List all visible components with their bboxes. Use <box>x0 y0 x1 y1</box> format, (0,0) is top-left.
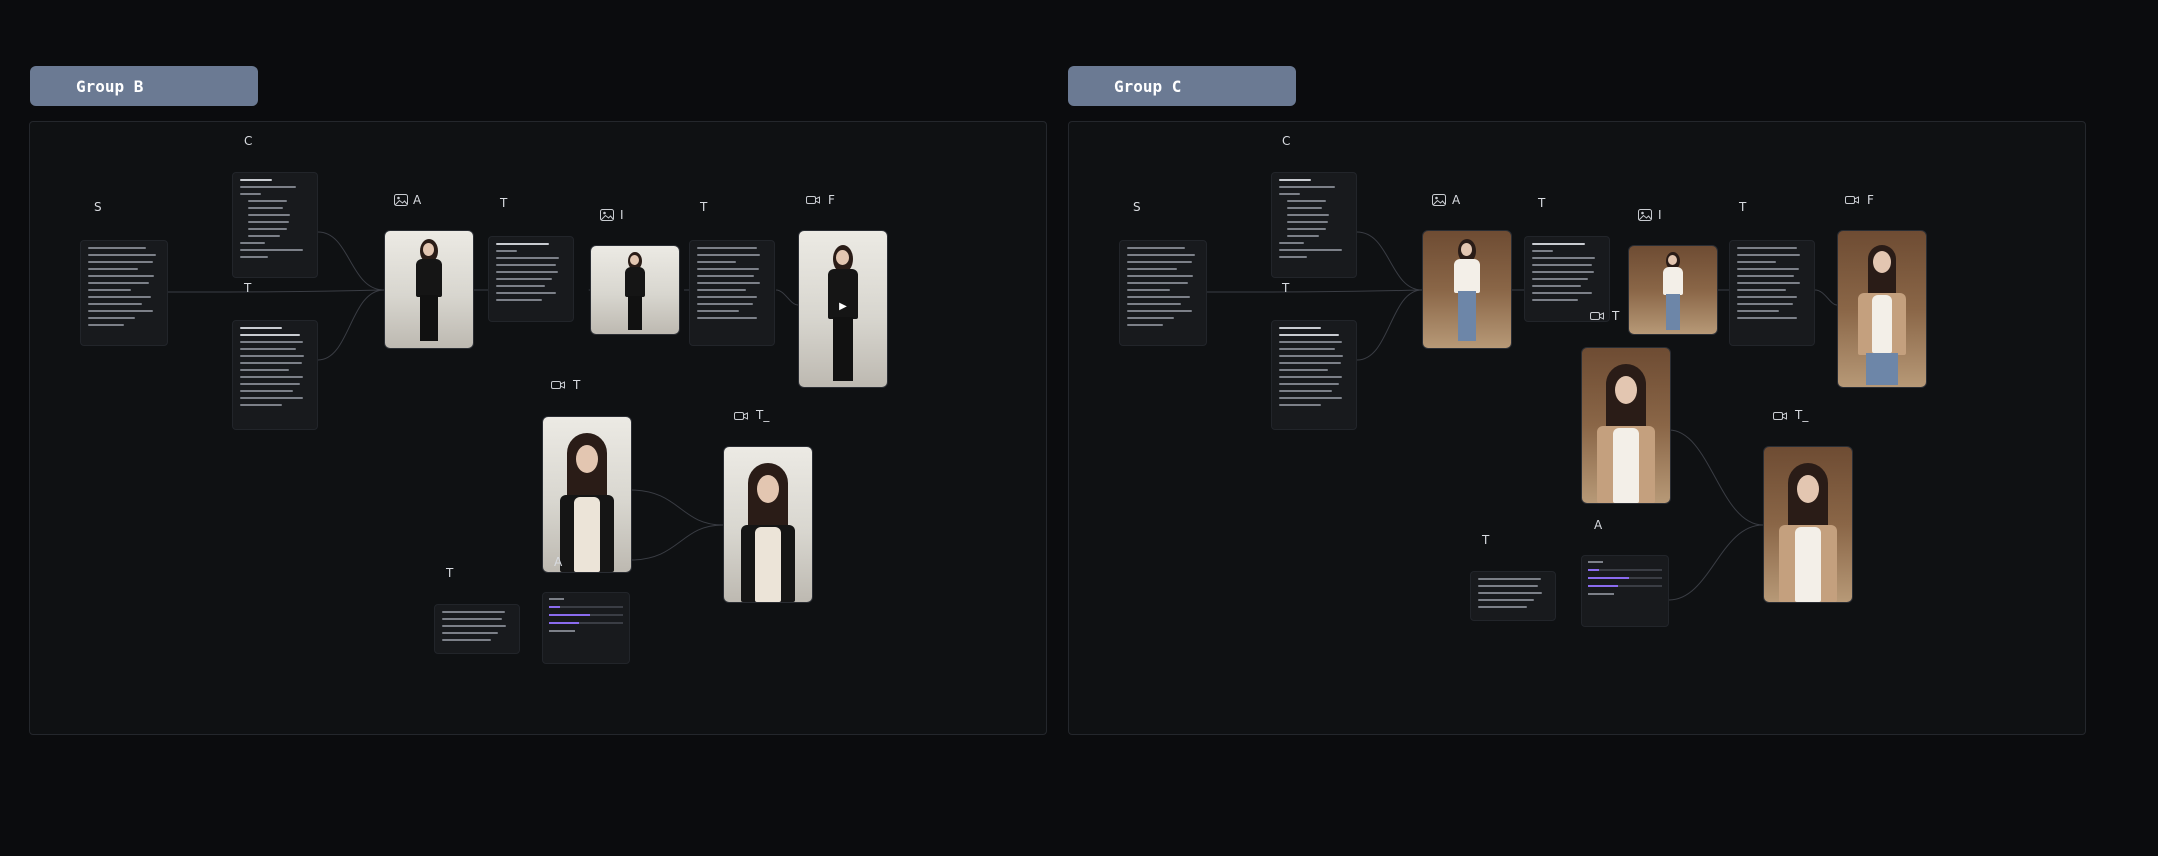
parameter-slider[interactable] <box>549 622 623 624</box>
group-b-image-node-title-2: I <box>620 208 624 222</box>
group-b-text-node-title-2: T <box>500 196 508 210</box>
video-camera-icon <box>1590 312 1604 320</box>
group-b-bottom-text-title: T <box>446 566 454 580</box>
group-b-generated-image-i[interactable] <box>590 245 680 335</box>
video-camera-icon <box>806 196 820 204</box>
group-c-video-output-portrait-1[interactable] <box>1581 347 1671 504</box>
group-c-video-output-f[interactable] <box>1837 230 1927 388</box>
group-b-scene-prompt-node[interactable] <box>488 236 574 322</box>
group-b-video-node-title-t2: T_ <box>756 408 770 422</box>
image-icon <box>600 209 614 221</box>
group-b-settings-node[interactable] <box>542 592 630 664</box>
group-b-node-title-c: C <box>244 134 253 148</box>
parameter-slider[interactable] <box>549 614 623 616</box>
group-c-prompt-node[interactable] <box>1271 320 1357 430</box>
image-icon <box>394 194 408 206</box>
play-icon[interactable]: ▶ <box>835 301 851 317</box>
image-icon <box>1638 209 1652 221</box>
group-c-generated-image-i[interactable] <box>1628 245 1718 335</box>
group-b-node-title-s: S <box>94 200 102 214</box>
group-c-text-node-title-2: T <box>1538 196 1546 210</box>
group-b-video-output-portrait-1[interactable] <box>542 416 632 573</box>
group-b-bottom-prompt-node[interactable] <box>434 604 520 654</box>
group-b-image-node-title: A <box>413 193 422 207</box>
video-camera-icon <box>734 412 748 420</box>
video-camera-icon <box>1845 196 1859 204</box>
group-c-config-node[interactable] <box>1271 172 1357 278</box>
parameter-slider[interactable] <box>1588 569 1662 571</box>
group-c-video-output-portrait-2[interactable] <box>1763 446 1853 603</box>
group-b-generated-image-a[interactable] <box>384 230 474 349</box>
group-c-video-node-title-t: T <box>1612 309 1620 323</box>
group-c-image-node-title-2: I <box>1658 208 1662 222</box>
video-camera-icon <box>551 381 565 389</box>
group-c-image-node-title: A <box>1452 193 1461 207</box>
group-c-node-title-t1: T <box>1282 281 1290 295</box>
image-icon <box>1432 194 1446 206</box>
group-c-system-prompt-node[interactable] <box>1119 240 1207 346</box>
group-b-node-title-t1: T <box>244 281 252 295</box>
group-c-motion-prompt-node[interactable] <box>1729 240 1815 346</box>
group-b-text-node-title-3: T <box>700 200 708 214</box>
group-b-video-output-f[interactable]: ▶ <box>798 230 888 388</box>
group-b-video-node-title-f: F <box>828 193 835 207</box>
group-c-node-title-s: S <box>1133 200 1141 214</box>
parameter-slider[interactable] <box>549 606 623 608</box>
group-b-video-output-portrait-2[interactable] <box>723 446 813 603</box>
group-c-video-node-title-f: F <box>1867 193 1874 207</box>
video-camera-icon <box>1773 412 1787 420</box>
group-c-video-node-title-t2: T_ <box>1795 408 1809 422</box>
group-b-video-node-title-t: T <box>573 378 581 392</box>
group-b-system-prompt-node[interactable] <box>80 240 168 346</box>
group-b-bottom-ctrl-title: A <box>554 555 563 569</box>
node-connections <box>167 231 1838 601</box>
group-c-bottom-ctrl-title: A <box>1594 518 1603 532</box>
group-c-generated-image-a[interactable] <box>1422 230 1512 349</box>
group-c-node-title-c: C <box>1282 134 1291 148</box>
parameter-slider[interactable] <box>1588 585 1662 587</box>
group-b-prompt-node[interactable] <box>232 320 318 430</box>
group-b-config-node[interactable] <box>232 172 318 278</box>
parameter-slider[interactable] <box>1588 577 1662 579</box>
group-c-text-node-title-3: T <box>1739 200 1747 214</box>
group-c-bottom-prompt-node[interactable] <box>1470 571 1556 621</box>
group-c-bottom-text-title: T <box>1482 533 1490 547</box>
group-b-motion-prompt-node[interactable] <box>689 240 775 346</box>
group-c-settings-node[interactable] <box>1581 555 1669 627</box>
